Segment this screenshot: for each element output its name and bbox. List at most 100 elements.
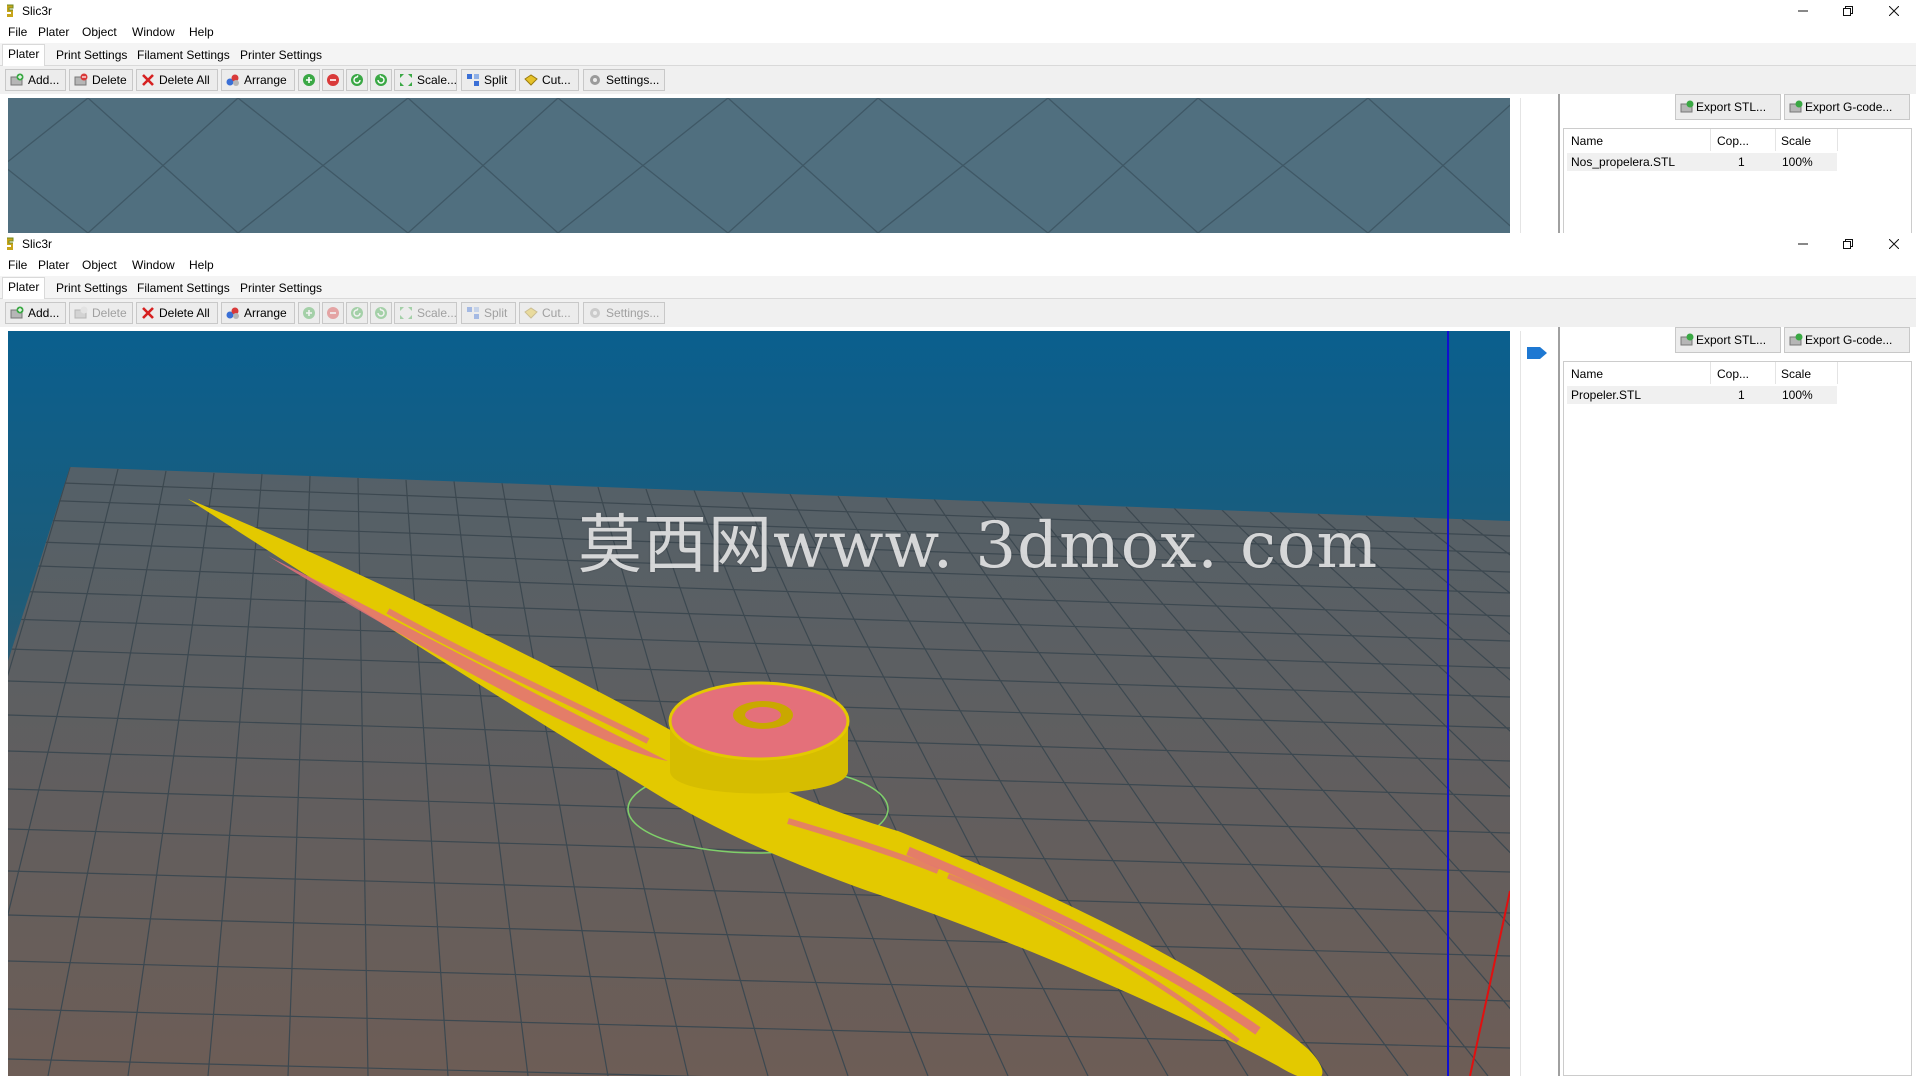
object-list: Name Cop... Scale Nos_propelera.STL 1 10… [1563,128,1912,233]
decrease-copies-button[interactable] [322,69,344,91]
viewport-side-scrollbar[interactable] [1520,331,1561,1076]
menu-window[interactable]: Window [132,258,175,272]
object-list-row[interactable]: Propeler.STL 1 100% [1567,386,1837,404]
title-bar: Slic3r [0,0,1916,22]
close-icon [1889,239,1899,249]
export-stl-label: Export STL... [1696,100,1767,114]
column-copies-header[interactable]: Cop... [1717,367,1749,381]
panel-divider[interactable] [1558,94,1560,233]
column-scale-header[interactable]: Scale [1781,367,1811,381]
menu-file[interactable]: File [8,25,27,39]
rotate-left-icon [351,307,363,319]
delete-button[interactable]: Delete [69,69,133,91]
menu-object[interactable]: Object [82,258,117,272]
restore-button[interactable] [1826,0,1870,22]
add-button[interactable]: Add... [5,302,66,324]
export-stl-button[interactable]: Export STL... [1675,327,1781,353]
tab-print-settings[interactable]: Print Settings [51,46,132,65]
menu-plater[interactable]: Plater [38,258,69,272]
cut-icon [524,74,538,86]
split-icon [467,307,479,319]
arrange-label: Arrange [244,306,287,320]
decrease-copies-button[interactable] [322,302,344,324]
tab-printer-settings[interactable]: Printer Settings [235,279,327,298]
delete-button[interactable]: Delete [69,302,133,324]
add-brick-icon [10,306,24,319]
export-gcode-button[interactable]: Export G-code... [1784,94,1910,120]
settings-cog-icon [590,308,600,318]
close-button[interactable] [1872,0,1916,22]
object-list-header: Name Cop... Scale [1564,362,1911,384]
restore-button[interactable] [1826,233,1870,255]
split-button[interactable]: Split [461,69,516,91]
column-name-header[interactable]: Name [1571,134,1603,148]
close-button[interactable] [1872,233,1916,255]
window-title: Slic3r [22,237,53,251]
tab-plater[interactable]: Plater [2,44,46,66]
delete-all-button[interactable]: Delete All [136,69,218,91]
red-x-icon [142,74,154,86]
export-stl-button[interactable]: Export STL... [1675,94,1781,120]
viewport-side-scrollbar[interactable] [1520,98,1561,233]
rotate-left-button[interactable] [346,302,368,324]
delete-label: Delete [92,306,127,320]
cut-button[interactable]: Cut... [519,69,579,91]
rotate-right-button[interactable] [370,302,392,324]
slic3r-window-front: Slic3r File Plater Object Window Help Pl… [0,233,1916,1076]
delete-brick-icon [74,306,88,319]
add-brick-icon [10,73,24,86]
object-copies: 1 [1738,388,1745,402]
minimize-button[interactable] [1781,233,1825,255]
3d-viewport[interactable] [8,98,1510,233]
scale-arrows-icon [400,307,412,319]
scale-button[interactable]: Scale... [394,302,457,324]
delete-all-button[interactable]: Delete All [136,302,218,324]
settings-button[interactable]: Settings... [583,69,665,91]
arrange-button[interactable]: Arrange [221,69,295,91]
menu-object[interactable]: Object [82,25,117,39]
arrange-button[interactable]: Arrange [221,302,295,324]
rotate-right-button[interactable] [370,69,392,91]
delete-all-label: Delete All [159,73,210,87]
scale-label: Scale... [417,73,458,87]
object-list-header: Name Cop... Scale [1564,129,1911,151]
column-copies-header[interactable]: Cop... [1717,134,1749,148]
scale-button[interactable]: Scale... [394,69,457,91]
cut-button[interactable]: Cut... [519,302,579,324]
export-gcode-button[interactable]: Export G-code... [1784,327,1910,353]
settings-button[interactable]: Settings... [583,302,665,324]
menu-file[interactable]: File [8,258,27,272]
export-brick-icon [1680,333,1694,346]
plus-circle-icon [303,307,315,319]
increase-copies-button[interactable] [298,302,320,324]
rotate-left-button[interactable] [346,69,368,91]
3d-viewport[interactable] [8,331,1510,1076]
menu-help[interactable]: Help [189,25,214,39]
tab-plater[interactable]: Plater [2,277,46,299]
arrange-icon [226,307,239,319]
tab-printer-settings[interactable]: Printer Settings [235,46,327,65]
object-list-row[interactable]: Nos_propelera.STL 1 100% [1567,153,1837,171]
layer-slider-handle-icon[interactable] [1527,347,1547,359]
increase-copies-button[interactable] [298,69,320,91]
object-list: Name Cop... Scale Propeler.STL 1 100% [1563,361,1912,1076]
column-scale-header[interactable]: Scale [1781,134,1811,148]
rotate-right-icon [375,307,387,319]
menu-help[interactable]: Help [189,258,214,272]
split-button[interactable]: Split [461,302,516,324]
tab-print-settings[interactable]: Print Settings [51,279,132,298]
menu-window[interactable]: Window [132,25,175,39]
tab-filament-settings[interactable]: Filament Settings [132,279,235,298]
export-brick-icon [1789,100,1803,113]
red-x-icon [142,307,154,319]
panel-divider[interactable] [1558,327,1560,1076]
tab-filament-settings[interactable]: Filament Settings [132,46,235,65]
menu-plater[interactable]: Plater [38,25,69,39]
column-name-header[interactable]: Name [1571,367,1603,381]
arrange-icon [226,74,239,86]
rotate-left-icon [351,74,363,86]
add-button[interactable]: Add... [5,69,66,91]
minimize-button[interactable] [1781,0,1825,22]
delete-brick-icon [74,73,88,86]
object-scale: 100% [1782,388,1813,402]
